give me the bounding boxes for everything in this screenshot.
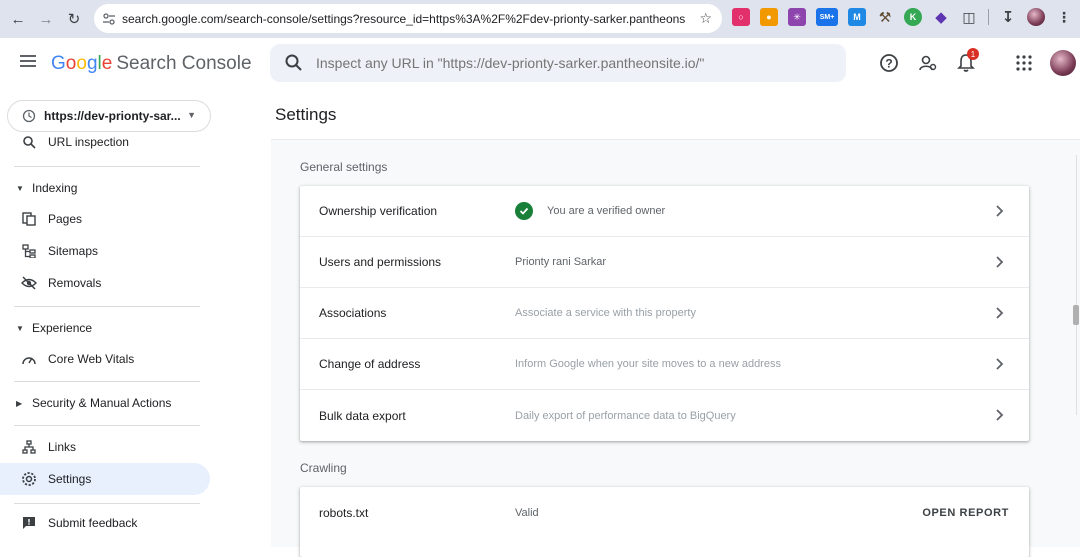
menu-icon[interactable] — [20, 55, 36, 67]
general-settings-card: Ownership verification You are a verifie… — [300, 186, 1029, 441]
sidebar-item-label: Pages — [48, 212, 83, 226]
sidebar-item-pages[interactable]: Pages — [0, 203, 210, 235]
expand-triangle-icon: ▶ — [16, 398, 23, 408]
sidebar-section-indexing[interactable]: ▼ Indexing — [0, 174, 210, 202]
settings-row-change-of-address[interactable]: Change of address Inform Google when you… — [300, 339, 1029, 390]
dropdown-arrow-icon: ▼ — [187, 110, 196, 120]
sidebar-item-removals[interactable]: Removals — [0, 267, 210, 299]
profile-avatar-icon[interactable] — [1027, 8, 1045, 26]
page-title: Settings — [275, 105, 337, 124]
chevron-right-icon — [996, 409, 1004, 421]
reload-icon[interactable]: ↻ — [60, 5, 88, 33]
sidebar-item-label: Settings — [48, 472, 92, 486]
sidebar-item-core-web-vitals[interactable]: Core Web Vitals — [0, 343, 210, 375]
sidebar-item-submit-feedback[interactable]: Submit feedback — [0, 507, 210, 539]
settings-row-bulk-export[interactable]: Bulk data export Daily export of perform… — [300, 390, 1029, 441]
m-extension-icon[interactable]: M — [848, 8, 866, 26]
url-inspection-search[interactable] — [270, 44, 846, 82]
notification-count-badge: 1 — [967, 48, 979, 60]
scrollbar-track[interactable] — [1076, 155, 1077, 415]
sidebar-divider — [14, 425, 200, 426]
k-extension-icon[interactable]: K — [904, 8, 922, 26]
address-bar[interactable]: search.google.com/search-console/setting… — [94, 4, 722, 33]
extensions-puzzle-icon[interactable]: ◫ — [960, 8, 978, 26]
app-header: GoogleSearch Console ? 1 — [0, 38, 1080, 90]
general-settings-label: General settings — [300, 160, 388, 174]
search-console-logo[interactable]: Google Search Console — [51, 53, 252, 75]
collapse-triangle-icon: ▼ — [16, 323, 24, 333]
help-icon[interactable]: ? — [878, 52, 900, 74]
feedback-icon — [21, 515, 37, 531]
main-content: Settings General settings Ownership veri… — [220, 90, 1080, 557]
download-icon[interactable]: ↧ — [999, 8, 1017, 26]
site-settings-icon[interactable] — [102, 12, 116, 26]
forward-icon[interactable]: → — [32, 5, 60, 33]
sidebar-item-label: Links — [48, 440, 77, 454]
chevron-right-icon — [996, 256, 1004, 268]
sidebar-divider — [14, 306, 200, 307]
ownership-status: You are a verified owner — [547, 205, 666, 217]
chevron-right-icon — [996, 205, 1004, 217]
sidebar-item-label: Submit feedback — [48, 516, 138, 530]
search-input[interactable] — [316, 55, 816, 71]
bookmark-star-icon[interactable]: ☆ — [699, 10, 712, 27]
sidebar-item-label: Removals — [48, 276, 102, 290]
settings-row-robots[interactable]: robots.txt Valid OPEN REPORT — [300, 487, 1029, 538]
browser-menu-icon[interactable]: ⋮ — [1055, 8, 1073, 26]
sidebar-item-links[interactable]: Links — [0, 431, 210, 463]
account-avatar[interactable] — [1050, 50, 1076, 76]
product-name: Search Console — [116, 53, 252, 74]
sidebar: https://dev-prionty-sar... ▼ URL inspect… — [0, 90, 220, 547]
tools-icon[interactable]: ⚒ — [876, 8, 894, 26]
scrollbar-thumb[interactable] — [1073, 305, 1079, 325]
verified-check-icon — [515, 202, 533, 220]
apps-grid-icon[interactable] — [1013, 52, 1035, 74]
sidebar-item-settings[interactable]: Settings — [0, 463, 210, 495]
sidebar-section-experience[interactable]: ▼ Experience — [0, 314, 210, 342]
robots-status: Valid — [515, 506, 539, 519]
open-report-button[interactable]: OPEN REPORT — [922, 507, 1009, 519]
search-icon — [285, 54, 302, 71]
sidebar-item-label: URL inspection — [48, 135, 129, 149]
gauge-icon — [21, 351, 37, 367]
sidebar-item-url-inspection[interactable]: URL inspection — [0, 128, 210, 156]
pages-icon — [21, 211, 37, 227]
toolbar-divider — [988, 9, 989, 25]
chevron-right-icon — [996, 358, 1004, 370]
manage-users-icon[interactable] — [917, 52, 939, 74]
svg-text:?: ? — [885, 57, 892, 71]
settings-row-users[interactable]: Users and permissions Prionty rani Sarka… — [300, 237, 1029, 288]
owner-name: Prionty rani Sarkar — [515, 256, 607, 268]
diamond-icon[interactable]: ◆ — [932, 8, 950, 26]
property-url: https://dev-prionty-sar... — [44, 109, 181, 123]
links-icon — [21, 439, 37, 455]
url-text[interactable]: search.google.com/search-console/setting… — [122, 12, 686, 26]
search-icon — [21, 134, 37, 150]
instagram-icon[interactable]: ○ — [732, 8, 750, 26]
extensions-bar: ○ ● ✳ SM+ M ⚒ K ◆ ◫ ↧ ⋮ — [732, 8, 1073, 26]
puzzle-extension-icon[interactable]: ● — [760, 8, 778, 26]
sparkle-icon[interactable]: ✳ — [788, 8, 806, 26]
sidebar-item-label: Core Web Vitals — [48, 352, 135, 366]
browser-toolbar: ← → ↻ search.google.com/search-console/s… — [0, 0, 1080, 38]
eye-off-icon — [21, 275, 37, 291]
sidebar-item-label: Sitemaps — [48, 244, 99, 258]
sidebar-item-sitemaps[interactable]: Sitemaps — [0, 235, 210, 267]
crawling-label: Crawling — [300, 461, 347, 475]
sidebar-section-security[interactable]: ▶ Security & Manual Actions — [0, 389, 210, 417]
gear-icon — [21, 471, 37, 487]
notifications-bell-icon[interactable]: 1 — [955, 48, 979, 74]
sitemap-icon — [21, 243, 37, 259]
collapse-triangle-icon: ▼ — [16, 183, 24, 193]
chevron-right-icon — [996, 307, 1004, 319]
globe-icon — [22, 109, 36, 123]
sidebar-divider — [14, 166, 200, 167]
sidebar-divider — [14, 381, 200, 382]
settings-row-ownership[interactable]: Ownership verification You are a verifie… — [300, 186, 1029, 237]
sidebar-divider — [14, 503, 200, 504]
back-icon[interactable]: ← — [4, 5, 32, 33]
settings-row-associations[interactable]: Associations Associate a service with th… — [300, 288, 1029, 339]
sm-extension-icon[interactable]: SM+ — [816, 8, 838, 26]
